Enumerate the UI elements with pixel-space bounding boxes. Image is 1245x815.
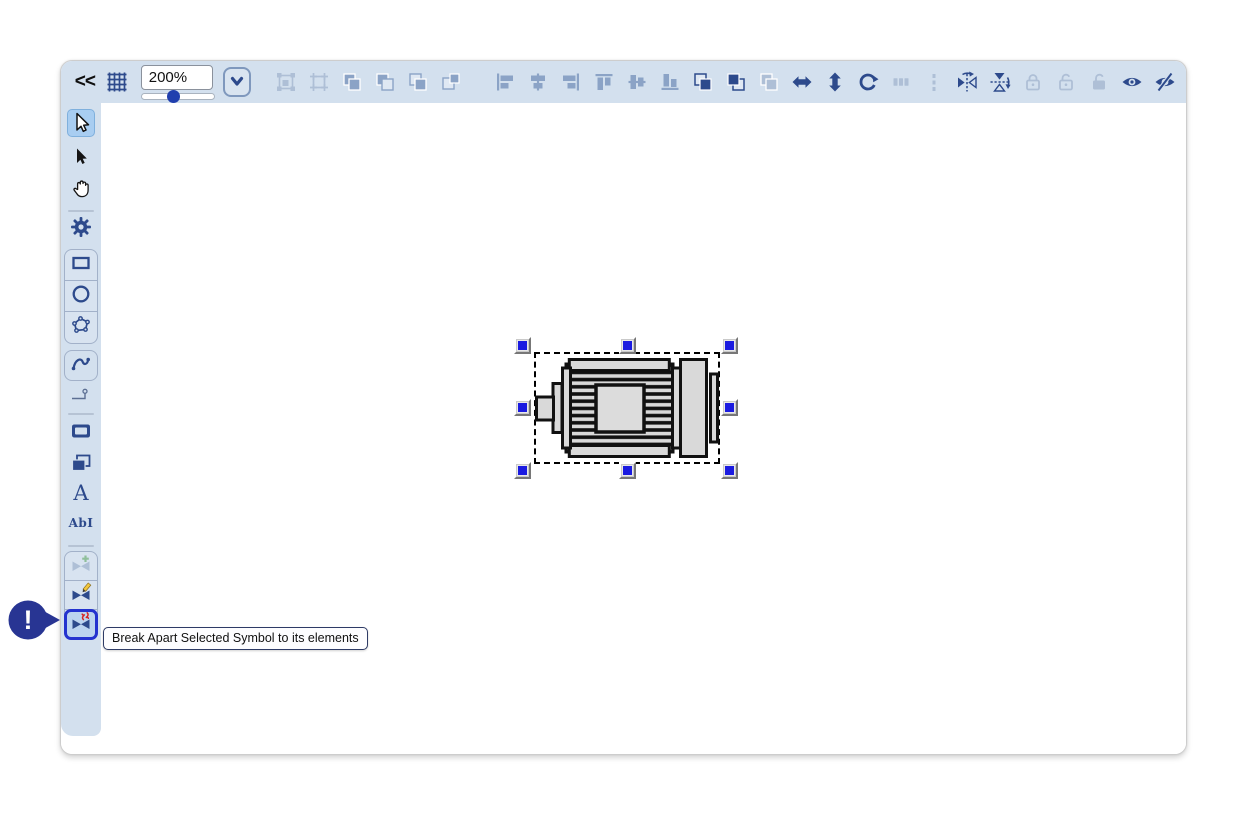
stretch-vertical-icon[interactable] — [824, 71, 846, 93]
resize-handle-middle-left[interactable] — [514, 399, 531, 416]
align-left-icon[interactable] — [494, 71, 516, 93]
resize-handle-top-right[interactable] — [721, 337, 738, 354]
marquee-transform-icon[interactable] — [308, 71, 330, 93]
merge-union-icon[interactable] — [341, 71, 363, 93]
zoom-dropdown-button[interactable] — [223, 67, 251, 97]
order-extra-icon[interactable] — [758, 71, 780, 93]
hide-icon[interactable] — [1154, 71, 1176, 93]
valve-pencil-icon — [70, 582, 92, 609]
symbol-break-tool[interactable] — [65, 610, 97, 639]
settings-tool[interactable] — [67, 215, 95, 243]
collapse-panel-button[interactable]: << — [71, 71, 99, 93]
bring-to-front-icon[interactable] — [692, 71, 714, 93]
valve-broken-link-icon — [70, 611, 92, 638]
resize-handle-bottom-left[interactable] — [514, 462, 531, 479]
zoom-slider-thumb[interactable] — [167, 90, 180, 103]
alert-pointer-badge: ! — [8, 599, 60, 648]
send-to-back-icon[interactable] — [725, 71, 747, 93]
ellipse-tool[interactable] — [65, 281, 97, 312]
exclamation-icon: ! — [24, 605, 33, 635]
unlock-icon[interactable] — [1055, 71, 1077, 93]
polygon-icon — [70, 314, 92, 341]
zoom-control — [141, 61, 211, 103]
distribute-icon[interactable] — [890, 71, 912, 93]
rectangle-icon — [70, 252, 92, 279]
resize-handle-bottom-right[interactable] — [721, 462, 738, 479]
layers-icon — [69, 451, 93, 480]
drawing-canvas[interactable] — [101, 103, 1186, 754]
electric-motor-symbol[interactable] — [535, 358, 719, 458]
symbol-tool-group — [64, 551, 98, 640]
connector-line-icon — [69, 384, 93, 413]
merge-subtract-back-icon[interactable] — [407, 71, 429, 93]
top-toolbar: << — [61, 61, 1186, 103]
hand-icon — [69, 176, 93, 205]
flip-horizontal-icon[interactable] — [956, 71, 978, 93]
palette-divider — [68, 545, 94, 547]
resize-handle-top-center[interactable] — [619, 337, 636, 354]
valve-plus-icon — [70, 553, 92, 580]
resize-handle-top-left[interactable] — [514, 337, 531, 354]
palette-divider — [68, 210, 94, 212]
cursor-arrow-icon — [69, 110, 93, 139]
symbol-edit-tool[interactable] — [65, 581, 97, 610]
align-top-icon[interactable] — [593, 71, 615, 93]
merge-exclude-icon[interactable] — [440, 71, 462, 93]
rectangle-tool[interactable] — [65, 250, 97, 281]
layers-tool[interactable] — [69, 451, 93, 480]
chevron-down-icon — [228, 72, 246, 93]
resize-handle-middle-right[interactable] — [721, 399, 738, 416]
align-right-icon[interactable] — [560, 71, 582, 93]
label-tool-glyph: AbI — [69, 517, 94, 529]
frame-icon — [69, 419, 93, 448]
merge-subtract-front-icon[interactable] — [374, 71, 396, 93]
frame-tool[interactable] — [69, 419, 93, 448]
label-tool[interactable]: AbI — [69, 517, 94, 529]
align-bottom-icon[interactable] — [659, 71, 681, 93]
pointer-tool[interactable] — [67, 144, 95, 172]
zoom-input[interactable] — [141, 65, 213, 90]
grid-toggle-icon[interactable] — [105, 70, 129, 94]
marquee-select-icon[interactable] — [275, 71, 297, 93]
lock-icon[interactable] — [1022, 71, 1044, 93]
gear-icon — [69, 215, 93, 244]
toolbar-icon-row — [275, 71, 1176, 93]
symbol-editor-window: << — [60, 60, 1187, 755]
text-tool-glyph: A — [73, 483, 88, 504]
stretch-horizontal-icon[interactable] — [791, 71, 813, 93]
text-tool[interactable]: A — [73, 483, 88, 504]
bezier-curve-icon — [70, 352, 92, 379]
tool-palette: A AbI — [61, 103, 101, 736]
lock-all-icon[interactable] — [1088, 71, 1110, 93]
symbol-add-tool[interactable] — [65, 552, 97, 581]
pan-tool[interactable] — [67, 176, 95, 204]
selection-bounding-box — [534, 352, 720, 464]
tooltip: Break Apart Selected Symbol to its eleme… — [103, 627, 368, 650]
shape-tool-group — [64, 249, 98, 344]
zoom-slider[interactable] — [141, 93, 215, 100]
circle-icon — [70, 283, 92, 310]
rotate-icon[interactable] — [857, 71, 879, 93]
palette-divider — [68, 413, 94, 415]
align-center-icon[interactable] — [527, 71, 549, 93]
show-icon[interactable] — [1121, 71, 1143, 93]
polygon-tool[interactable] — [65, 312, 97, 343]
connector-tool[interactable] — [69, 384, 93, 413]
toolbar-separator — [923, 71, 945, 93]
editor-body: A AbI — [61, 103, 1186, 754]
resize-handle-bottom-center[interactable] — [619, 462, 636, 479]
align-middle-icon[interactable] — [626, 71, 648, 93]
bezier-tool[interactable] — [64, 350, 98, 381]
black-arrow-icon — [69, 144, 93, 173]
select-tool[interactable] — [67, 109, 95, 137]
flip-vertical-icon[interactable] — [989, 71, 1011, 93]
